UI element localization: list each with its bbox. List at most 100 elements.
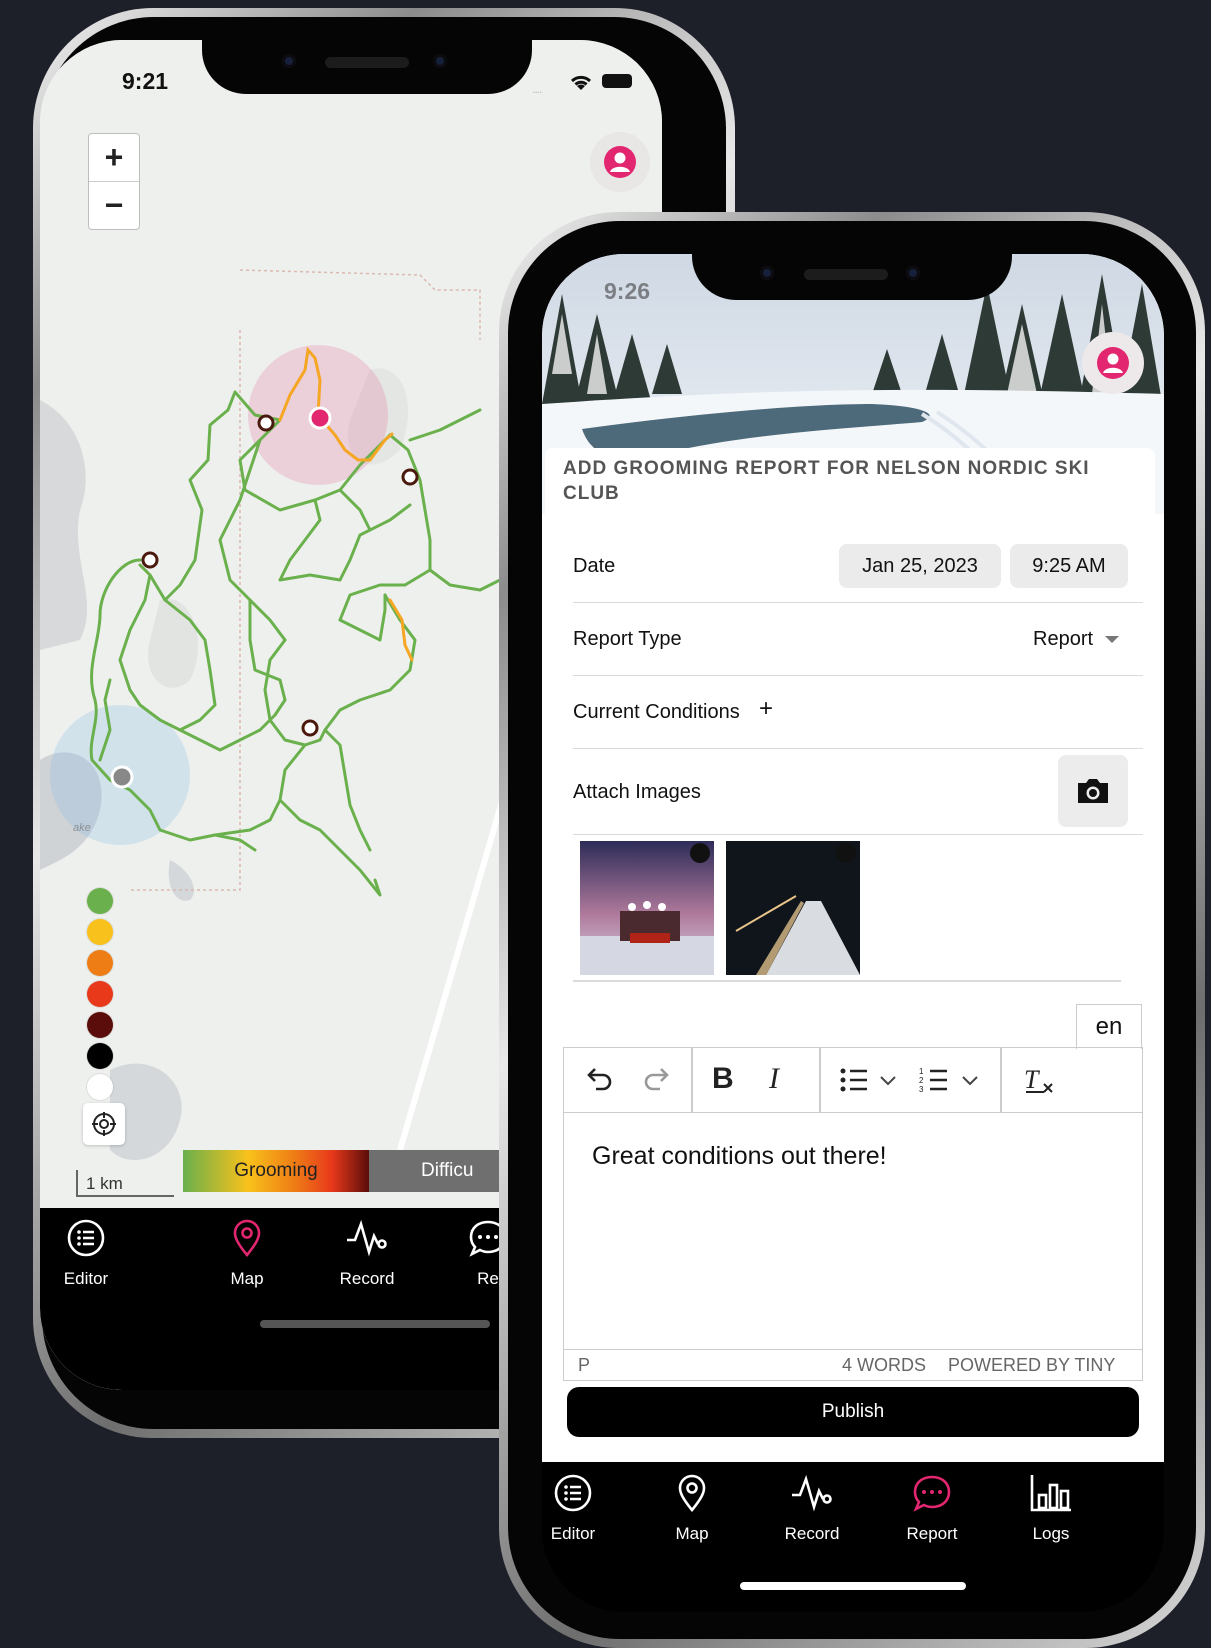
form-title: ADD GROOMING REPORT FOR NELSON NORDIC SK… (563, 458, 1090, 504)
list-icon (518, 1473, 628, 1518)
image-thumbnail[interactable] (726, 841, 860, 975)
word-count: 4 WORDS (842, 1355, 927, 1375)
bar-chart-icon (996, 1473, 1106, 1518)
editor-statusbar: P 4 WORDS POWERED BY TINY (564, 1349, 1142, 1380)
attach-images-label: Attach Images (573, 781, 701, 803)
current-location-dot (110, 765, 134, 789)
numbered-list-icon[interactable]: 123 (919, 1066, 949, 1094)
time-picker[interactable]: 9:25 AM (1010, 544, 1128, 588)
notch (692, 254, 1012, 300)
clear-format-icon[interactable]: T (1022, 1064, 1056, 1096)
profile-button[interactable] (590, 132, 650, 192)
legend-color-dot (87, 1043, 113, 1069)
difficulty-layer-label: Difficu (421, 1160, 474, 1181)
map-pin-icon (192, 1218, 302, 1263)
tab-label: Logs (1032, 1524, 1070, 1543)
legend-color-dot (87, 981, 113, 1007)
signal-icon: .... (532, 82, 542, 96)
tab-label: Map (675, 1524, 709, 1543)
user-icon (604, 146, 636, 178)
list-icon (40, 1218, 141, 1263)
map-pin-icon (637, 1473, 747, 1518)
chevron-down-icon[interactable] (962, 1076, 978, 1086)
status-time: 9:26 (604, 278, 651, 304)
locate-button[interactable] (83, 1103, 125, 1145)
scale-label: 1 km (86, 1174, 123, 1193)
crosshair-icon (92, 1112, 116, 1136)
legend-color-dot (87, 888, 113, 914)
trash-icon[interactable] (690, 843, 710, 863)
element-path: P (578, 1355, 591, 1375)
wifi-icon (570, 75, 592, 90)
image-thumbnail[interactable] (580, 841, 714, 975)
svg-text:T: T (1024, 1065, 1040, 1094)
chat-icon (877, 1473, 987, 1518)
editor-toolbar: B I 123 T (564, 1048, 1142, 1113)
home-indicator (740, 1582, 966, 1590)
tab-map[interactable]: Map (192, 1218, 302, 1289)
user-icon (1097, 347, 1129, 379)
battery-icon (602, 74, 632, 88)
report-type-label: Report Type (573, 628, 682, 650)
tab-label: Record (339, 1269, 395, 1288)
report-type-value: Report (1033, 628, 1094, 650)
bullet-list-icon[interactable] (839, 1066, 869, 1094)
tab-editor[interactable]: Editor (518, 1473, 628, 1544)
profile-button[interactable] (1082, 332, 1144, 394)
redo-icon[interactable] (642, 1064, 672, 1094)
pulse-icon (312, 1218, 422, 1263)
status-time: 9:21 (122, 68, 169, 94)
tab-label: Report (906, 1524, 958, 1543)
powered-by-link[interactable]: POWERED BY TINY (948, 1355, 1115, 1376)
undo-icon[interactable] (584, 1064, 614, 1094)
trash-icon[interactable] (836, 843, 856, 863)
toolbar-separator (1000, 1048, 1002, 1112)
legend-color-dot (87, 1074, 113, 1100)
tab-label: Record (784, 1524, 840, 1543)
legend-color-dot (87, 950, 113, 976)
svg-text:3: 3 (919, 1085, 924, 1094)
divider (573, 980, 1121, 982)
camera-icon (1078, 779, 1108, 803)
grooming-layer-tab[interactable]: Grooming (183, 1150, 369, 1192)
legend-color-dot (87, 919, 113, 945)
zoom-out-button[interactable]: − (89, 182, 139, 229)
date-picker[interactable]: Jan 25, 2023 (839, 544, 1001, 588)
tab-editor[interactable]: Editor (40, 1218, 141, 1289)
tab-record[interactable]: Record (312, 1218, 422, 1289)
tab-logs[interactable]: Logs (996, 1473, 1106, 1544)
zoom-control: + − (88, 133, 140, 230)
tab-report[interactable]: Report (877, 1473, 987, 1544)
toolbar-separator (691, 1048, 693, 1112)
toolbar-separator (819, 1048, 821, 1112)
editor-content[interactable]: Great conditions out there! (592, 1142, 887, 1171)
selected-groomer-pin (308, 406, 332, 430)
attach-images-row: Attach Images (573, 748, 1143, 835)
svg-text:1: 1 (919, 1067, 924, 1076)
camera-button[interactable] (1058, 755, 1128, 827)
notch (202, 40, 532, 94)
language-tab[interactable]: en (1076, 1004, 1142, 1049)
rich-text-editor: B I 123 T Great conditions out there! P … (563, 1047, 1143, 1381)
tab-record[interactable]: Record (757, 1473, 867, 1544)
date-row: Date Jan 25, 2023 9:25 AM (573, 535, 1143, 603)
zoom-in-button[interactable]: + (89, 134, 139, 182)
legend-color-dot (87, 1012, 113, 1038)
tab-label: Map (230, 1269, 264, 1288)
date-label: Date (573, 555, 616, 577)
tab-label: Editor (550, 1524, 596, 1543)
chevron-down-icon (1105, 636, 1119, 643)
current-conditions-label: Current Conditions (573, 701, 740, 723)
scale-bar: 1 km (76, 1170, 174, 1197)
map-label: ake (73, 822, 91, 834)
publish-button[interactable]: Publish (567, 1387, 1139, 1437)
pulse-icon (757, 1473, 867, 1518)
current-conditions-row[interactable]: Current Conditions + (573, 675, 1143, 749)
chevron-down-icon[interactable] (880, 1076, 896, 1086)
grooming-layer-label: Grooming (234, 1160, 318, 1181)
report-type-row[interactable]: Report Type Report (573, 602, 1143, 676)
bold-button[interactable]: B (712, 1062, 734, 1096)
italic-button[interactable]: I (769, 1062, 779, 1096)
tab-map[interactable]: Map (637, 1473, 747, 1544)
add-conditions-icon[interactable]: + (759, 695, 773, 723)
